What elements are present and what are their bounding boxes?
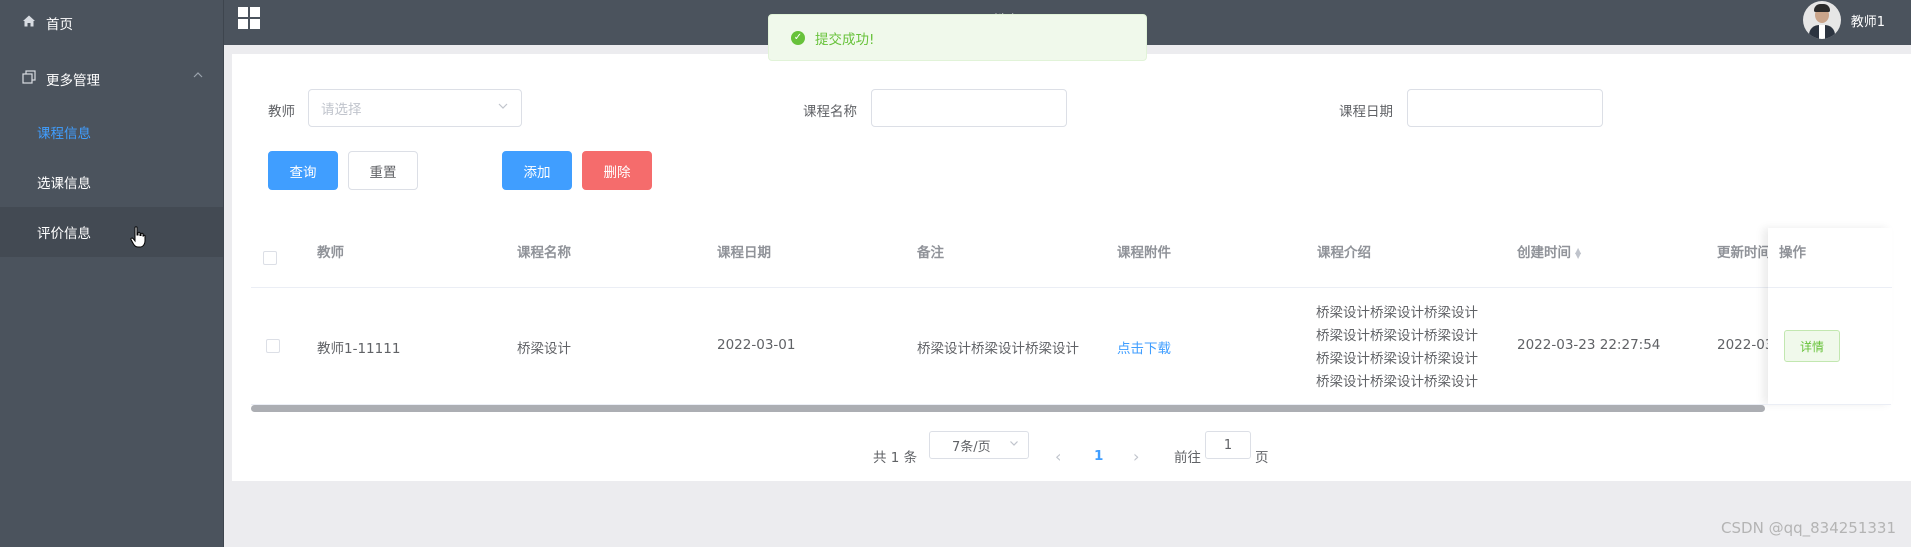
- sidebar: 首页 更多管理 课程信息 选课信息 评价信息: [0, 0, 224, 547]
- row-checkbox[interactable]: [266, 339, 280, 353]
- column-header-course-name: 课程名称: [517, 245, 571, 261]
- chevron-down-icon: [1009, 438, 1019, 451]
- prev-page-button[interactable]: ‹: [1055, 444, 1061, 468]
- check-circle-icon: ✓: [791, 30, 805, 45]
- add-button[interactable]: 添加: [502, 151, 572, 190]
- delete-button[interactable]: 删除: [582, 151, 652, 190]
- column-header-remark: 备注: [917, 245, 944, 261]
- cell-course-date: 2022-03-01: [717, 337, 796, 353]
- chevron-down-icon: [497, 100, 509, 115]
- intro-line: 桥梁设计桥梁设计桥梁设计: [1316, 374, 1478, 390]
- teacher-select-placeholder: 请选择: [321, 102, 362, 118]
- success-toast: ✓ 提交成功!: [768, 14, 1147, 61]
- cell-remark: 桥梁设计桥梁设计桥梁设计: [917, 341, 1079, 357]
- column-header-action: 操作: [1779, 245, 1806, 261]
- sidebar-group-more[interactable]: 更多管理: [0, 68, 223, 90]
- watermark: CSDN @qq_834251331: [1721, 519, 1896, 537]
- goto-label: 前往: [1174, 450, 1201, 466]
- toast-message: 提交成功!: [815, 31, 875, 48]
- teacher-filter-label: 教师: [268, 104, 295, 120]
- column-header-created-label: 创建时间: [1517, 245, 1571, 261]
- page-size-select[interactable]: 7条/页: [929, 431, 1029, 459]
- column-header-intro: 课程介绍: [1317, 245, 1371, 261]
- page-size-value: 7条/页: [952, 439, 991, 455]
- sort-icon[interactable]: ▲ ▼: [1575, 247, 1581, 260]
- sidebar-item-course-info[interactable]: 课程信息: [0, 107, 223, 157]
- course-date-filter-label: 课程日期: [1339, 104, 1393, 120]
- home-icon: [22, 14, 38, 32]
- intro-line: 桥梁设计桥梁设计桥梁设计: [1316, 328, 1478, 344]
- course-date-input[interactable]: [1407, 89, 1603, 127]
- intro-line: 桥梁设计桥梁设计桥梁设计: [1316, 305, 1478, 321]
- sidebar-item-label: 评价信息: [37, 226, 91, 242]
- sidebar-item-selection-info[interactable]: 选课信息: [0, 157, 223, 207]
- column-header-updated: 更新时间: [1717, 245, 1771, 261]
- sidebar-item-home[interactable]: 首页: [0, 12, 223, 34]
- pagination-total: 共 1 条: [873, 450, 918, 466]
- apps-grid-icon[interactable]: [238, 7, 260, 29]
- page-number-current[interactable]: 1: [1094, 444, 1103, 468]
- user-name: 教师1: [1850, 14, 1885, 30]
- column-header-teacher: 教师: [317, 245, 344, 261]
- sidebar-item-label: 首页: [46, 17, 73, 33]
- cell-teacher: 教师1-11111: [317, 341, 401, 357]
- page-unit-label: 页: [1255, 450, 1269, 466]
- sidebar-item-label: 课程信息: [37, 126, 91, 142]
- next-page-button[interactable]: ›: [1133, 444, 1139, 468]
- hand-cursor-icon: [130, 226, 146, 248]
- cell-created: 2022-03-23 22:27:54: [1517, 337, 1661, 353]
- user-menu[interactable]: 教师1: [1802, 0, 1885, 40]
- column-header-attachment: 课程附件: [1117, 245, 1171, 261]
- action-header-divider: [1768, 287, 1892, 288]
- cell-course-name: 桥梁设计: [517, 341, 571, 357]
- reset-button[interactable]: 重置: [348, 151, 418, 190]
- download-link[interactable]: 点击下载: [1117, 337, 1171, 357]
- sidebar-group-label: 更多管理: [46, 73, 100, 89]
- chevron-up-icon: [193, 71, 203, 82]
- course-name-input[interactable]: [871, 89, 1067, 127]
- header-divider: [251, 287, 1891, 288]
- cell-intro: 桥梁设计桥梁设计桥梁设计 桥梁设计桥梁设计桥梁设计 桥梁设计桥梁设计桥梁设计 桥…: [1316, 302, 1478, 394]
- avatar: [1802, 1, 1841, 39]
- teacher-select[interactable]: 请选择: [308, 89, 522, 127]
- select-all-checkbox[interactable]: [263, 251, 277, 265]
- column-header-created[interactable]: 创建时间 ▲ ▼: [1517, 241, 1581, 261]
- sidebar-item-label: 选课信息: [37, 176, 91, 192]
- intro-line: 桥梁设计桥梁设计桥梁设计: [1316, 351, 1478, 367]
- course-name-filter-label: 课程名称: [803, 104, 857, 120]
- horizontal-scrollbar[interactable]: [251, 405, 1765, 412]
- copy-icon: [22, 70, 38, 88]
- goto-page-input[interactable]: 1: [1205, 431, 1251, 459]
- detail-button[interactable]: 详情: [1784, 330, 1840, 362]
- query-button[interactable]: 查询: [268, 151, 338, 190]
- column-header-course-date: 课程日期: [717, 245, 771, 261]
- sidebar-item-evaluation-info[interactable]: 评价信息: [0, 207, 223, 257]
